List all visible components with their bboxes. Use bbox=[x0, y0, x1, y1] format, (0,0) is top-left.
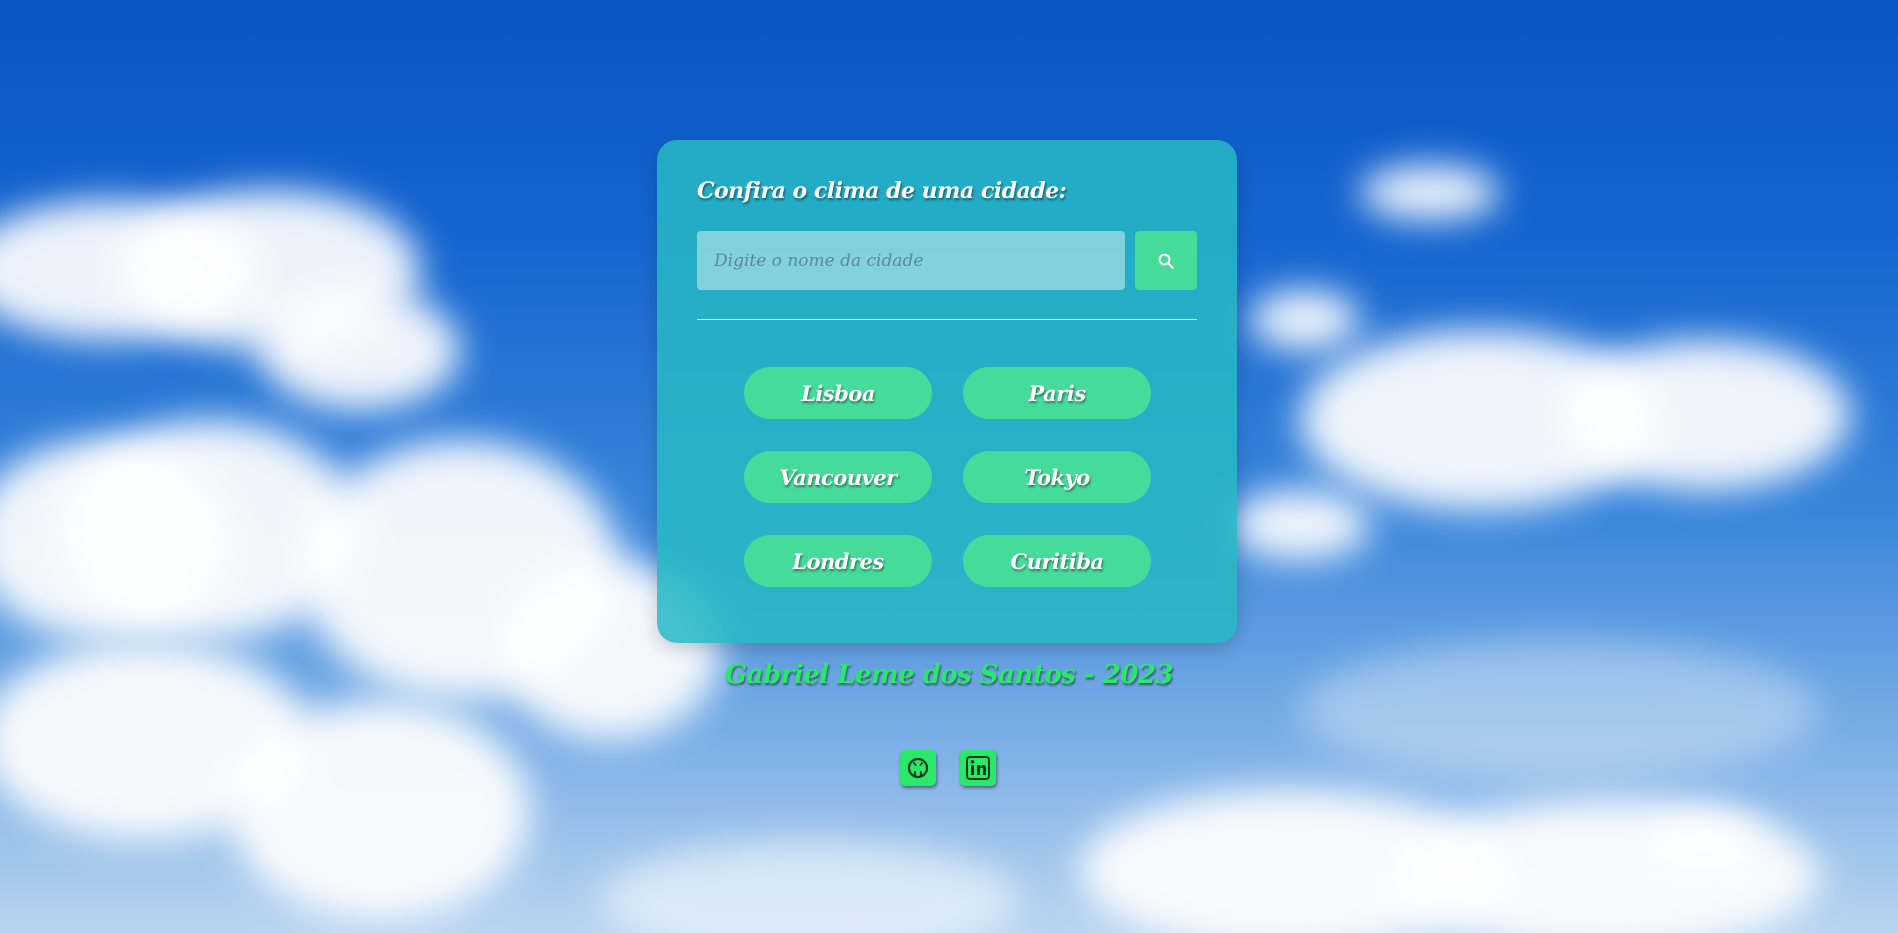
footer-credit: Gabriel Leme dos Santos - 2023 bbox=[724, 660, 1174, 690]
city-search-input[interactable] bbox=[697, 231, 1125, 290]
city-button-paris[interactable]: Paris bbox=[963, 367, 1151, 419]
city-button-lisboa[interactable]: Lisboa bbox=[744, 367, 932, 419]
linkedin-icon bbox=[964, 754, 992, 782]
github-icon bbox=[905, 755, 931, 781]
search-button[interactable] bbox=[1135, 231, 1197, 290]
city-button-tokyo[interactable]: Tokyo bbox=[963, 451, 1151, 503]
weather-search-card: Confira o clima de uma cidade: Lisboa Pa… bbox=[657, 140, 1237, 643]
city-button-londres[interactable]: Londres bbox=[744, 535, 932, 587]
github-link[interactable] bbox=[900, 750, 936, 786]
city-button-curitiba[interactable]: Curitiba bbox=[963, 535, 1151, 587]
city-button-vancouver[interactable]: Vancouver bbox=[744, 451, 932, 503]
search-icon bbox=[1157, 252, 1175, 270]
linkedin-link[interactable] bbox=[960, 750, 996, 786]
card-title: Confira o clima de uma cidade: bbox=[697, 178, 1067, 204]
divider bbox=[697, 319, 1197, 320]
